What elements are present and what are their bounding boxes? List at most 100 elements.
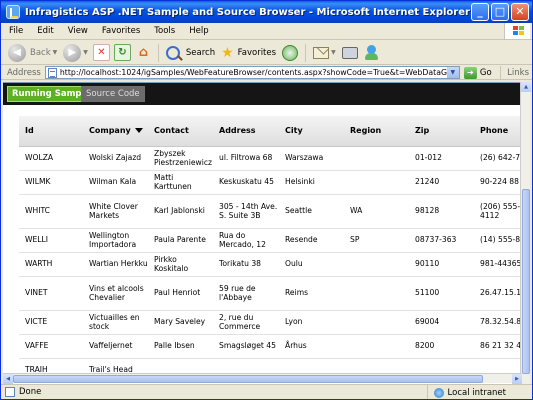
mail-dropdown-icon[interactable]: ▼ [331, 49, 336, 56]
grid-cell[interactable]: WOLZA [19, 146, 83, 171]
grid-cell[interactable]: 98128 [409, 194, 474, 229]
grid-cell[interactable]: Rua do Mercado, 12 [213, 228, 279, 253]
grid-cell[interactable]: Zbyszek Piestrzeniewicz [148, 146, 213, 171]
menu-view[interactable]: View [61, 26, 95, 36]
ie-app-icon[interactable] [6, 5, 20, 19]
grid-cell[interactable]: WA [344, 194, 409, 229]
grid-cell[interactable]: Paul Henriot [148, 276, 213, 311]
stop-icon[interactable]: ✕ [92, 44, 110, 61]
forward-button[interactable]: ▶ ▼ [60, 43, 91, 63]
menu-tools[interactable]: Tools [147, 26, 182, 36]
grid-cell[interactable]: Helsinki [279, 170, 344, 195]
grid-cell[interactable]: Resende [279, 228, 344, 253]
maximize-button[interactable]: □ [491, 3, 509, 21]
grid-cell[interactable]: 8200 [409, 334, 474, 359]
grid-cell[interactable]: Palle Ibsen [148, 334, 213, 359]
vertical-scroll-thumb[interactable] [522, 189, 530, 374]
grid-cell[interactable]: 01-012 [409, 146, 474, 171]
horizontal-scrollbar[interactable]: ◀ ▶ [3, 373, 522, 384]
grid-cell[interactable]: Wartian Herkku [83, 252, 148, 277]
grid-cell[interactable]: 305 - 14th Ave. S. Suite 3B [213, 194, 279, 229]
table-row[interactable]: WHITC White Clover Markets Karl Jablonski 3… [19, 194, 522, 229]
table-row[interactable]: WARTH Wartian Herkku Pirkko Koskitalo Torik… [19, 252, 522, 277]
grid-cell[interactable]: Smagsløget 45 [213, 334, 279, 359]
table-row[interactable]: VINET Vins et alcools Chevalier Paul Henri… [19, 276, 522, 311]
menu-favorites[interactable]: Favorites [95, 26, 147, 36]
scroll-left-icon[interactable]: ◀ [3, 374, 13, 384]
grid-cell[interactable]: 26.47.15.1 [474, 276, 522, 311]
menu-file[interactable]: File [1, 26, 30, 36]
column-header-city[interactable]: City [279, 116, 344, 147]
horizontal-scroll-thumb[interactable] [13, 375, 483, 383]
column-header-address[interactable]: Address [213, 116, 279, 147]
grid-cell[interactable]: 90110 [409, 252, 474, 277]
grid-cell[interactable]: Lyon [279, 310, 344, 335]
table-row[interactable]: VAFFE Vaffeljernet Palle Ibsen Smagsløget 4… [19, 334, 522, 359]
grid-cell[interactable]: 59 rue de l'Abbaye [213, 276, 279, 311]
history-button[interactable] [279, 43, 301, 63]
grid-cell[interactable] [344, 310, 409, 335]
home-icon[interactable]: ⌂ [135, 44, 152, 61]
minimize-button[interactable]: _ [471, 3, 489, 21]
grid-cell[interactable]: Victuailles en stock [83, 310, 148, 335]
grid-cell[interactable]: (14) 555-8 [474, 228, 522, 253]
column-header-id[interactable]: Id [19, 116, 83, 147]
links-button[interactable]: Links [500, 66, 532, 80]
column-header-company[interactable]: Company [83, 116, 148, 147]
grid-cell[interactable]: 2, rue du Commerce [213, 310, 279, 335]
grid-cell[interactable]: 78.32.54.8 [474, 310, 522, 335]
menu-help[interactable]: Help [182, 26, 215, 36]
grid-cell[interactable] [344, 334, 409, 359]
grid-cell[interactable]: ul. Filtrowa 68 [213, 146, 279, 171]
column-header-zip[interactable]: Zip [409, 116, 474, 147]
grid-cell[interactable]: WELLI [19, 228, 83, 253]
back-dropdown-icon[interactable]: ▼ [53, 49, 58, 56]
mail-button[interactable]: ▼ [310, 43, 339, 63]
table-row[interactable]: WILMK Wilman Kala Matti Karttunen Keskuskat… [19, 170, 522, 195]
grid-cell[interactable]: Karl Jablonski [148, 194, 213, 229]
grid-cell[interactable] [344, 252, 409, 277]
grid-cell[interactable]: (26) 642-7 [474, 146, 522, 171]
table-row[interactable]: WELLI Wellington Importadora Paula Parente… [19, 228, 522, 253]
grid-cell[interactable]: 981-44365 [474, 252, 522, 277]
grid-cell[interactable]: Reims [279, 276, 344, 311]
grid-cell[interactable]: 08737-363 [409, 228, 474, 253]
grid-cell[interactable] [344, 170, 409, 195]
grid-cell[interactable]: Wolski Zajazd [83, 146, 148, 171]
search-button[interactable]: Search [163, 43, 218, 63]
messenger-button[interactable] [361, 43, 383, 63]
scroll-up-icon[interactable]: ▲ [521, 82, 531, 92]
close-button[interactable]: ✕ [511, 3, 529, 21]
go-button[interactable]: ➔ Go [463, 66, 492, 79]
vertical-scrollbar[interactable]: ▲ [520, 82, 531, 384]
menu-edit[interactable]: Edit [30, 26, 60, 36]
grid-cell[interactable]: Seattle [279, 194, 344, 229]
grid-cell[interactable]: (206) 555-4112 [474, 194, 522, 229]
print-button[interactable] [339, 43, 361, 63]
address-url[interactable]: http://localhost:1024/igSamples/WebFeatu… [60, 68, 452, 77]
table-row[interactable]: WOLZA Wolski Zajazd Zbyszek Piestrzeniewic… [19, 146, 522, 171]
grid-cell[interactable]: Vins et alcools Chevalier [83, 276, 148, 311]
table-row[interactable]: VICTE Victuailles en stock Mary Saveley 2, … [19, 310, 522, 335]
grid-cell[interactable]: VINET [19, 276, 83, 311]
grid-cell[interactable]: WILMK [19, 170, 83, 195]
grid-cell[interactable]: Warszawa [279, 146, 344, 171]
grid-cell[interactable]: Matti Karttunen [148, 170, 213, 195]
grid-cell[interactable]: Paula Parente [148, 228, 213, 253]
grid-cell[interactable]: VICTE [19, 310, 83, 335]
grid-cell[interactable]: WHITC [19, 194, 83, 229]
address-input[interactable]: http://localhost:1024/igSamples/WebFeatu… [44, 66, 460, 79]
grid-cell[interactable]: Wellington Importadora [83, 228, 148, 253]
grid-cell[interactable]: White Clover Markets [83, 194, 148, 229]
forward-dropdown-icon[interactable]: ▼ [83, 49, 88, 56]
grid-cell[interactable] [344, 276, 409, 311]
column-header-region[interactable]: Region [344, 116, 409, 147]
tab-source-code[interactable]: Source Code [81, 86, 145, 102]
grid-cell[interactable]: Mary Saveley [148, 310, 213, 335]
grid-cell[interactable]: 86 21 32 4 [474, 334, 522, 359]
grid-cell[interactable]: 69004 [409, 310, 474, 335]
favorites-button[interactable]: ★ Favorites [218, 43, 279, 63]
grid-cell[interactable]: Vaffeljernet [83, 334, 148, 359]
grid-cell[interactable]: 51100 [409, 276, 474, 311]
address-dropdown-icon[interactable]: ▼ [446, 67, 459, 78]
